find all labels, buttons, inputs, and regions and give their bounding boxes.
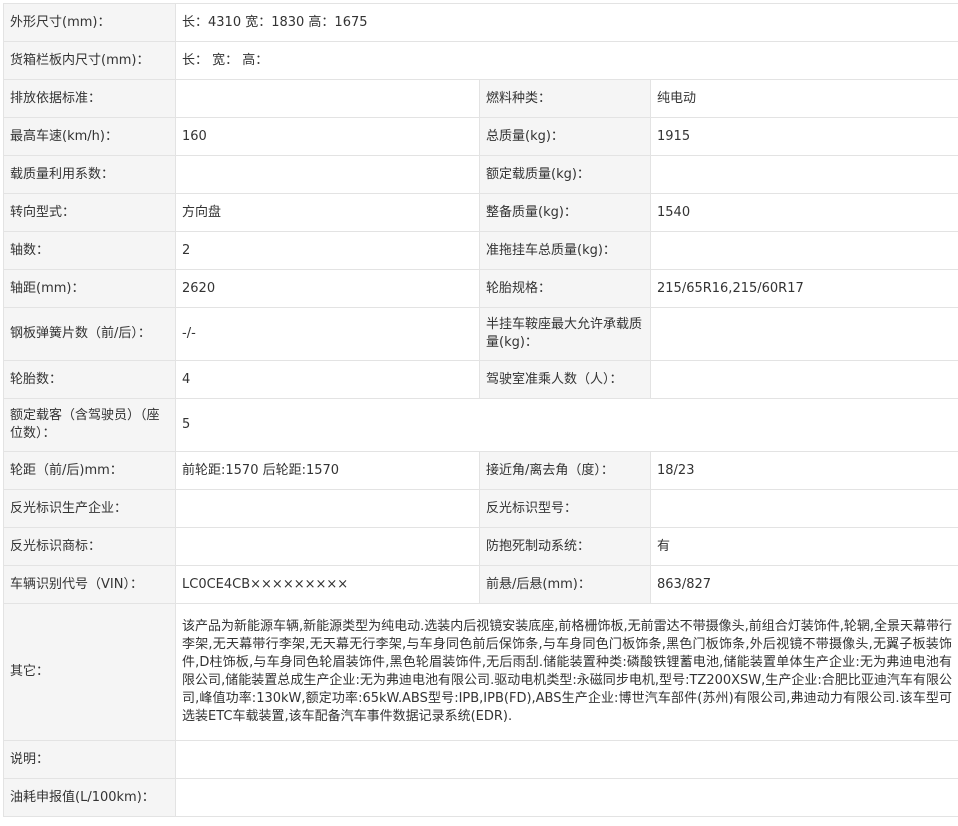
rated-load-label: 额定载质量(kg)： (480, 156, 651, 194)
load-factor-label: 载质量利用系数： (4, 156, 176, 194)
row-wheelbase: 轴距(mm)： 2620 轮胎规格： 215/65R16,215/60R17 (4, 270, 958, 308)
cab-capacity-label: 驾驶室准乘人数（人）： (480, 361, 651, 399)
dimensions-label: 外形尺寸(mm)： (4, 4, 176, 42)
trailer-mass-label: 准拖挂车总质量(kg)： (480, 232, 651, 270)
saddle-load-value (651, 308, 958, 361)
springs-label: 钢板弹簧片数（前/后）： (4, 308, 176, 361)
steering-value: 方向盘 (176, 194, 480, 232)
total-mass-label: 总质量(kg)： (480, 118, 651, 156)
approach-angle-value: 18/23 (651, 452, 958, 490)
row-cargo-box: 货箱栏板内尺寸(mm)： 长： 宽： 高： (4, 42, 958, 80)
cargo-box-label: 货箱栏板内尺寸(mm)： (4, 42, 176, 80)
cargo-box-value: 长： 宽： 高： (176, 42, 958, 80)
other-label: 其它： (4, 604, 176, 741)
axles-value: 2 (176, 232, 480, 270)
row-speed: 最高车速(km/h)： 160 总质量(kg)： 1915 (4, 118, 958, 156)
tires-value: 4 (176, 361, 480, 399)
row-emission: 排放依据标准： 燃料种类： 纯电动 (4, 80, 958, 118)
fuel-type-value: 纯电动 (651, 80, 958, 118)
vin-value: LC0CE4CB××××××××× (176, 566, 480, 604)
springs-value: -/- (176, 308, 480, 361)
dimensions-value: 长：4310 宽：1830 高：1675 (176, 4, 958, 42)
wheelbase-label: 轴距(mm)： (4, 270, 176, 308)
passengers-value: 5 (176, 399, 958, 452)
reflector-maker-label: 反光标识生产企业： (4, 490, 176, 528)
emission-value (176, 80, 480, 118)
row-vin: 车辆识别代号（VIN）： LC0CE4CB××××××××× 前悬/后悬(mm)… (4, 566, 958, 604)
row-track: 轮距（前/后)mm： 前轮距:1570 后轮距:1570 接近角/离去角（度）：… (4, 452, 958, 490)
remark-value (176, 741, 958, 779)
row-springs: 钢板弹簧片数（前/后）： -/- 半挂车鞍座最大允许承载质量(kg)： (4, 308, 958, 361)
row-reflector-maker: 反光标识生产企业： 反光标识型号： (4, 490, 958, 528)
other-value: 该产品为新能源车辆,新能源类型为纯电动.选装内后视镜安装底座,前格栅饰板,无前雷… (176, 604, 958, 741)
cab-capacity-value (651, 361, 958, 399)
tire-spec-value: 215/65R16,215/60R17 (651, 270, 958, 308)
tires-label: 轮胎数： (4, 361, 176, 399)
axles-label: 轴数： (4, 232, 176, 270)
curb-mass-value: 1540 (651, 194, 958, 232)
steering-label: 转向型式： (4, 194, 176, 232)
row-passengers: 额定载客（含驾驶员）（座位数）： 5 (4, 399, 958, 452)
curb-mass-label: 整备质量(kg)： (480, 194, 651, 232)
abs-value: 有 (651, 528, 958, 566)
vin-label: 车辆识别代号（VIN）： (4, 566, 176, 604)
fuel-consumption-label: 油耗申报值(L/100km)： (4, 779, 176, 817)
approach-angle-label: 接近角/离去角（度）： (480, 452, 651, 490)
reflector-model-label: 反光标识型号： (480, 490, 651, 528)
row-reflector-brand: 反光标识商标： 防抱死制动系统： 有 (4, 528, 958, 566)
emission-label: 排放依据标准： (4, 80, 176, 118)
vehicle-spec-table: 外形尺寸(mm)： 长：4310 宽：1830 高：1675 货箱栏板内尺寸(m… (3, 3, 958, 817)
passengers-label: 额定载客（含驾驶员）（座位数）： (4, 399, 176, 452)
trailer-mass-value (651, 232, 958, 270)
overhang-label: 前悬/后悬(mm)： (480, 566, 651, 604)
row-load-factor: 载质量利用系数： 额定载质量(kg)： (4, 156, 958, 194)
abs-label: 防抱死制动系统： (480, 528, 651, 566)
reflector-maker-value (176, 490, 480, 528)
row-remark: 说明： (4, 741, 958, 779)
remark-label: 说明： (4, 741, 176, 779)
track-value: 前轮距:1570 后轮距:1570 (176, 452, 480, 490)
wheelbase-value: 2620 (176, 270, 480, 308)
load-factor-value (176, 156, 480, 194)
saddle-load-label: 半挂车鞍座最大允许承载质量(kg)： (480, 308, 651, 361)
row-fuel-consumption: 油耗申报值(L/100km)： (4, 779, 958, 817)
row-dimensions: 外形尺寸(mm)： 长：4310 宽：1830 高：1675 (4, 4, 958, 42)
fuel-type-label: 燃料种类： (480, 80, 651, 118)
reflector-model-value (651, 490, 958, 528)
max-speed-label: 最高车速(km/h)： (4, 118, 176, 156)
max-speed-value: 160 (176, 118, 480, 156)
tire-spec-label: 轮胎规格： (480, 270, 651, 308)
track-label: 轮距（前/后)mm： (4, 452, 176, 490)
reflector-brand-label: 反光标识商标： (4, 528, 176, 566)
row-axles: 轴数： 2 准拖挂车总质量(kg)： (4, 232, 958, 270)
rated-load-value (651, 156, 958, 194)
total-mass-value: 1915 (651, 118, 958, 156)
row-other: 其它： 该产品为新能源车辆,新能源类型为纯电动.选装内后视镜安装底座,前格栅饰板… (4, 604, 958, 741)
overhang-value: 863/827 (651, 566, 958, 604)
reflector-brand-value (176, 528, 480, 566)
fuel-consumption-value (176, 779, 958, 817)
row-tires: 轮胎数： 4 驾驶室准乘人数（人）： (4, 361, 958, 399)
row-steering: 转向型式： 方向盘 整备质量(kg)： 1540 (4, 194, 958, 232)
